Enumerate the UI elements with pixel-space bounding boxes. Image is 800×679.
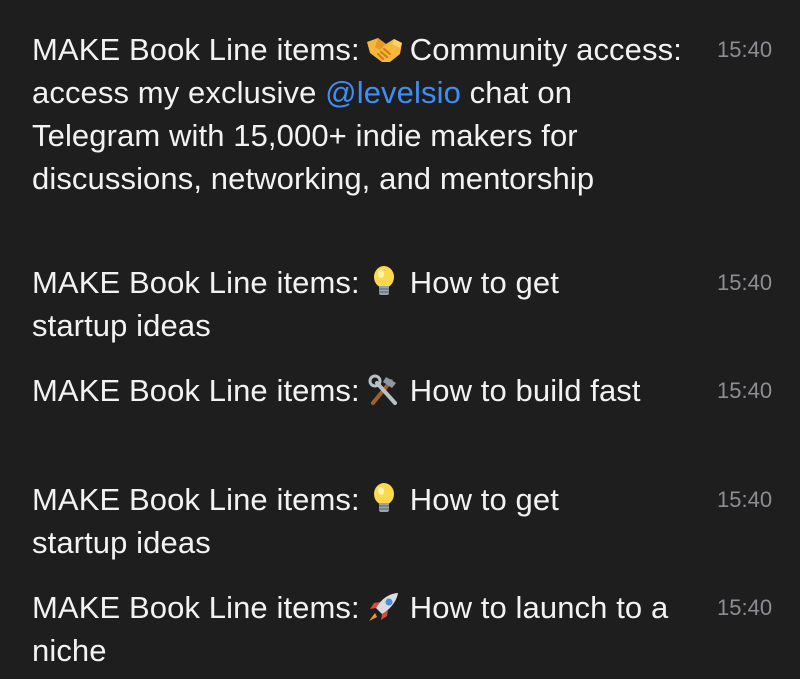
- message-prefix: MAKE Book Line items:: [32, 32, 360, 67]
- message-text: MAKE Book Line items: How to launch to a …: [32, 586, 672, 672]
- message-text: MAKE Book Line items: How to get startup …: [32, 261, 622, 347]
- lightbulb-icon: [364, 265, 404, 299]
- message-prefix: MAKE Book Line items:: [32, 482, 360, 517]
- message-body: MAKE Book Line items: How to get startup …: [0, 241, 800, 349]
- hammer-wrench-icon: [364, 373, 404, 407]
- message-body: MAKE Book Line items: How to launch to a …: [0, 566, 800, 674]
- rocket-icon: [364, 590, 404, 624]
- message-content: How to build fast: [409, 373, 641, 408]
- message-body: MAKE Book Line items: Community access: a…: [0, 8, 800, 196]
- lightbulb-icon: [364, 482, 404, 516]
- chat-message[interactable]: MAKE Book Line items: Community access: a…: [0, 8, 800, 196]
- handshake-icon: [364, 32, 404, 66]
- message-text: MAKE Book Line items: Community access: a…: [32, 28, 682, 200]
- chat-message[interactable]: MAKE Book Line items: How to build fast 1…: [0, 349, 800, 457]
- message-timestamp: 15:40: [717, 487, 773, 512]
- mention-link[interactable]: @levelsio: [325, 75, 461, 110]
- message-prefix: MAKE Book Line items:: [32, 373, 360, 408]
- chat-message[interactable]: MAKE Book Line items: How to get startup …: [0, 241, 800, 349]
- message-timestamp: 15:40: [717, 270, 773, 295]
- message-text: MAKE Book Line items: How to build fast: [32, 369, 642, 412]
- message-text: MAKE Book Line items: How to get startup …: [32, 478, 622, 564]
- message-timestamp: 15:40: [717, 378, 773, 403]
- message-body: MAKE Book Line items: How to get startup …: [0, 458, 800, 566]
- message-body: MAKE Book Line items: How to build fast 1…: [0, 349, 800, 457]
- message-timestamp: 15:40: [717, 595, 773, 620]
- chat-message[interactable]: MAKE Book Line items: How to launch to a …: [0, 566, 800, 674]
- chat-message[interactable]: MAKE Book Line items: How to get startup …: [0, 458, 800, 566]
- message-prefix: MAKE Book Line items:: [32, 590, 360, 625]
- chat-message-list: MAKE Book Line items: Community access: a…: [0, 0, 800, 679]
- message-prefix: MAKE Book Line items:: [32, 265, 360, 300]
- message-timestamp: 15:40: [717, 37, 773, 62]
